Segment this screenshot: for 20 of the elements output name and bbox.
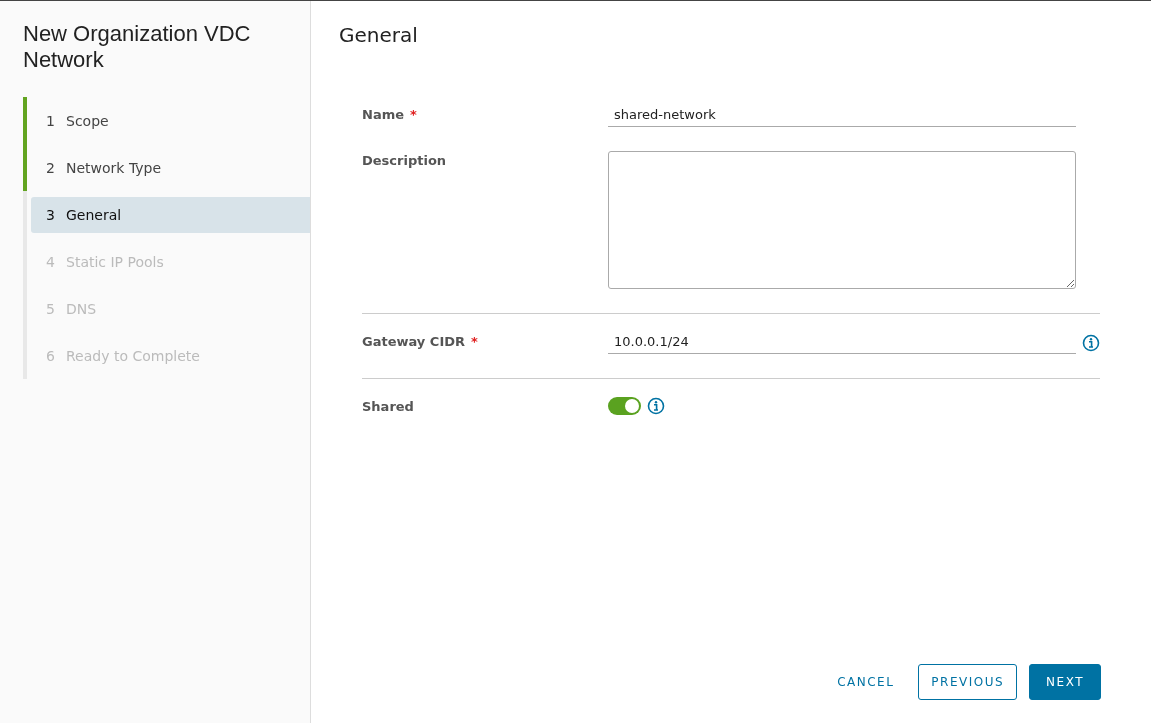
toggle-switch[interactable] <box>608 397 641 415</box>
field-label: Name <box>362 107 404 122</box>
text-field[interactable]: shared-network <box>608 105 1076 127</box>
description-field[interactable] <box>608 151 1076 289</box>
field-label: Description <box>362 153 447 168</box>
next-button[interactable]: NEXT <box>1029 664 1101 700</box>
wizard-step[interactable]: 2 Network Type <box>31 150 310 186</box>
field-label: Shared <box>362 399 414 414</box>
wizard-step[interactable]: 1 Scope <box>31 103 310 139</box>
required-mark: * <box>410 107 417 122</box>
cancel-button[interactable]: CANCEL <box>825 664 907 700</box>
wizard-step[interactable]: 3 General <box>31 197 310 233</box>
info-icon[interactable] <box>647 397 665 415</box>
page-title: General <box>339 23 419 47</box>
info-icon[interactable] <box>1082 334 1100 352</box>
previous-button[interactable]: PREVIOUS <box>918 664 1018 700</box>
text-field[interactable]: 10.0.0.1/24 <box>608 332 1076 354</box>
field-label: Gateway CIDR <box>362 334 466 349</box>
wizard-title: New Organization VDC Network <box>23 21 252 73</box>
required-mark: * <box>471 334 478 349</box>
